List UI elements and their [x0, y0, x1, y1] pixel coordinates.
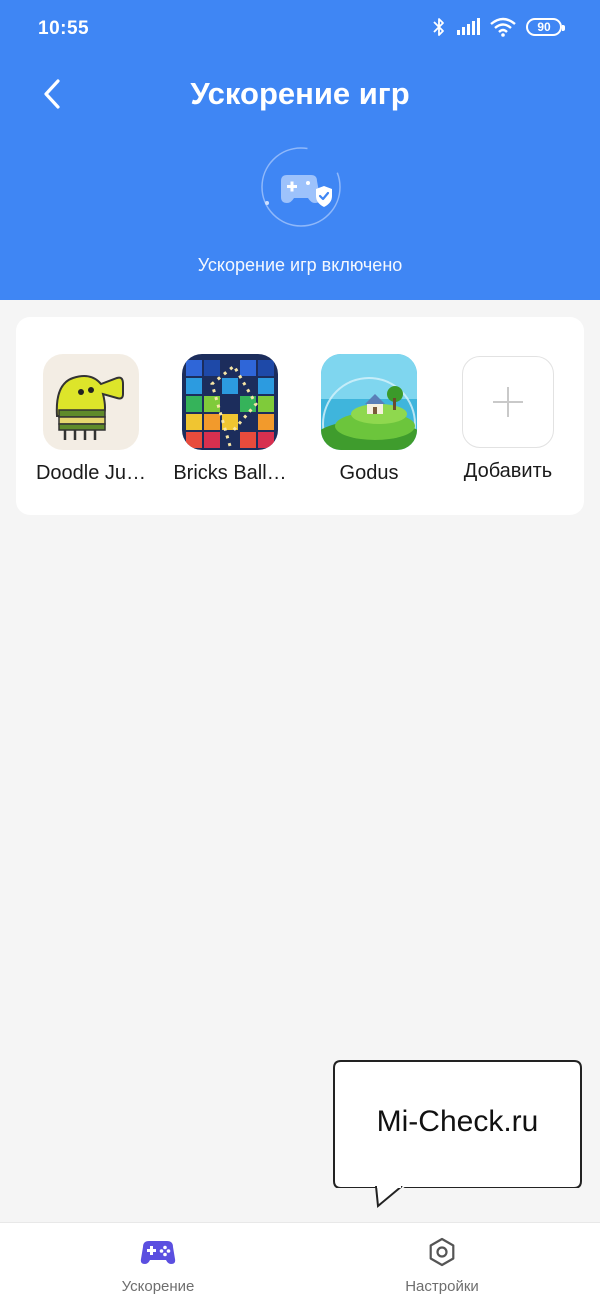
header: 10:55 90 Ускорение игр Ускорение игр вкл… — [0, 0, 600, 300]
callout-tail — [375, 1186, 403, 1208]
tab-settings[interactable]: Настройки — [362, 1237, 522, 1295]
status-time: 10:55 — [38, 18, 90, 39]
add-game-label: Добавить — [463, 460, 553, 482]
plus-icon — [462, 356, 554, 448]
status-icons: 90 — [432, 17, 565, 37]
game-godus[interactable]: Godus — [309, 354, 429, 485]
game-bricks-ball[interactable]: Bricks Ball… — [170, 354, 290, 485]
signal-icon — [457, 18, 480, 35]
bricks-ball-app-icon — [182, 354, 278, 450]
doodle-jump-app-icon — [43, 354, 139, 450]
gamepad-icon — [140, 1241, 176, 1264]
watermark-text: Mi-Check.ru — [376, 1105, 539, 1138]
page-title: Ускорение игр — [190, 76, 410, 111]
game-label: Bricks Ball… — [173, 462, 287, 484]
battery-icon: 90 — [526, 18, 565, 36]
add-game-button[interactable]: Добавить — [448, 354, 568, 483]
tab-acceleration[interactable]: Ускорение — [78, 1237, 238, 1295]
battery-level: 90 — [537, 20, 551, 34]
tab-label: Настройки — [405, 1278, 479, 1295]
gamepad-shield-icon — [261, 147, 341, 227]
godus-app-icon — [321, 354, 417, 450]
gear-icon — [429, 1237, 455, 1267]
game-doodle-jump[interactable]: Doodle Ju… — [31, 354, 151, 485]
bluetooth-icon — [433, 18, 444, 36]
bottom-tab-bar: Ускорение Настройки — [0, 1222, 600, 1300]
games-card: Doodle Ju… Bricks Ball… Godus Добавить — [16, 317, 584, 515]
game-label: Doodle Ju… — [35, 462, 147, 484]
status-bar: 10:55 90 — [0, 0, 600, 58]
game-label: Godus — [339, 462, 399, 484]
tab-label: Ускорение — [121, 1278, 195, 1295]
wifi-icon — [490, 17, 516, 37]
acceleration-status-text: Ускорение игр включено — [197, 255, 403, 275]
